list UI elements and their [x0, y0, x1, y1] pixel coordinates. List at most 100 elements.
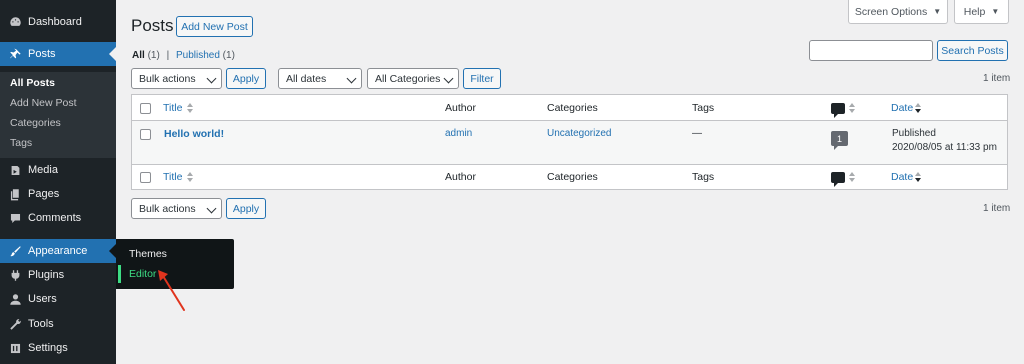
media-icon — [8, 163, 22, 177]
sidebar-item-label: Settings — [28, 342, 68, 354]
post-tags-value: — — [692, 128, 702, 139]
bulk-actions-value: Bulk actions — [139, 202, 196, 215]
dashboard-icon — [8, 15, 22, 29]
categories-filter-select[interactable]: All Categories — [367, 68, 459, 89]
sort-indicator-icon — [848, 103, 856, 113]
chevron-down-icon — [206, 203, 217, 214]
sidebar-item-settings[interactable]: Settings — [0, 336, 116, 360]
wrench-icon — [8, 317, 22, 331]
sidebar-item-pages[interactable]: Pages — [0, 182, 116, 206]
sidebar-item-plugins[interactable]: Plugins — [0, 263, 116, 287]
screen-options-label: Screen Options — [854, 5, 928, 18]
flyout-highlight-bar — [118, 265, 121, 283]
sidebar-item-users[interactable]: Users — [0, 287, 116, 311]
flyout-item-editor[interactable]: Editor — [129, 268, 156, 280]
brush-icon — [8, 244, 22, 258]
posts-submenu: All Posts Add New Post Categories Tags — [0, 72, 116, 158]
page-title: Posts — [131, 16, 174, 35]
submenu-item-all-posts[interactable]: All Posts — [10, 77, 55, 89]
sidebar-item-label: Pages — [28, 188, 60, 200]
submenu-item-add-new-post[interactable]: Add New Post — [10, 97, 77, 109]
chevron-down-icon — [206, 73, 217, 84]
add-new-post-button[interactable]: Add New Post — [176, 16, 253, 37]
column-author-header: Author — [445, 102, 476, 114]
settings-icon — [8, 341, 22, 355]
post-author-link[interactable]: admin — [445, 128, 472, 139]
dates-filter-select[interactable]: All dates — [278, 68, 362, 89]
dates-filter-value: All dates — [286, 72, 327, 85]
sidebar-item-posts[interactable]: Posts — [0, 42, 116, 66]
submenu-item-categories[interactable]: Categories — [10, 117, 61, 129]
comments-column-icon[interactable] — [831, 103, 845, 118]
admin-sidebar: Dashboard Posts All Posts Add New Post C… — [0, 0, 116, 364]
plugin-icon — [8, 268, 22, 282]
sidebar-item-dashboard[interactable]: Dashboard — [0, 10, 116, 34]
column-title-footer[interactable]: Title — [163, 171, 182, 183]
sidebar-item-tools[interactable]: Tools — [0, 312, 116, 336]
flyout-pointer — [109, 244, 116, 258]
footer-divider — [132, 164, 1007, 165]
search-input[interactable] — [809, 40, 933, 61]
post-date-status: Published — [892, 128, 936, 139]
view-all-count: (1) — [147, 50, 160, 61]
sidebar-item-label: Plugins — [28, 269, 65, 281]
column-date-header[interactable]: Date — [891, 102, 913, 114]
help-button[interactable]: Help ▼ — [954, 0, 1009, 24]
view-published-link[interactable]: Published — [176, 50, 220, 61]
search-posts-button[interactable]: Search Posts — [937, 40, 1008, 61]
comment-icon — [8, 211, 22, 225]
sidebar-item-media[interactable]: Media — [0, 158, 116, 182]
views-separator: | — [166, 50, 170, 61]
column-categories-footer: Categories — [547, 171, 598, 183]
flyout-item-themes[interactable]: Themes — [129, 248, 167, 260]
screen-options-button[interactable]: Screen Options ▼ — [848, 0, 948, 24]
caret-down-icon: ▼ — [933, 7, 942, 16]
chevron-down-icon — [443, 73, 454, 84]
column-tags-header: Tags — [692, 102, 715, 114]
select-all-checkbox[interactable] — [140, 103, 151, 114]
bulk-actions-value: Bulk actions — [139, 72, 196, 85]
post-title-link[interactable]: Hello world! — [164, 128, 224, 140]
sidebar-item-label: Comments — [28, 212, 82, 224]
post-date-value: 2020/08/05 at 11:33 pm — [892, 142, 997, 153]
submenu-item-tags[interactable]: Tags — [10, 137, 32, 149]
sidebar-item-comments[interactable]: Comments — [0, 206, 116, 230]
sidebar-item-appearance[interactable]: Appearance — [0, 239, 116, 263]
help-label: Help — [963, 5, 986, 18]
pages-icon — [8, 187, 22, 201]
bulk-actions-select[interactable]: Bulk actions — [131, 68, 222, 89]
select-all-checkbox-footer[interactable] — [140, 172, 151, 183]
item-count-bottom: 1 item — [983, 203, 1011, 214]
sort-indicator-icon — [186, 172, 194, 182]
caret-down-icon: ▼ — [991, 7, 1000, 16]
sidebar-item-label: Appearance — [28, 245, 88, 257]
comments-column-icon[interactable] — [831, 172, 845, 187]
active-menu-pointer — [109, 47, 116, 61]
filter-button[interactable]: Filter — [463, 68, 501, 89]
sort-desc-icon — [914, 172, 922, 182]
bulk-actions-select-bottom[interactable]: Bulk actions — [131, 198, 222, 219]
post-category-link[interactable]: Uncategorized — [547, 128, 611, 139]
header-divider — [132, 120, 1007, 121]
column-date-footer[interactable]: Date — [891, 171, 913, 183]
sidebar-item-label: Media — [28, 164, 58, 176]
apply-button-top[interactable]: Apply — [226, 68, 266, 89]
row-checkbox[interactable] — [140, 129, 151, 140]
column-title-header[interactable]: Title — [163, 102, 182, 114]
item-count-top: 1 item — [983, 73, 1011, 84]
sort-indicator-icon — [848, 172, 856, 182]
user-icon — [8, 292, 22, 306]
view-all-link[interactable]: All — [132, 50, 145, 61]
column-author-footer: Author — [445, 171, 476, 183]
sidebar-item-label: Users — [28, 293, 57, 305]
post-status-views: All (1) | Published (1) — [132, 50, 235, 61]
sidebar-item-label: Dashboard — [28, 16, 82, 28]
comment-count-badge[interactable]: 1 — [831, 131, 848, 150]
annotation-arrow — [158, 270, 185, 311]
chevron-down-icon — [346, 73, 357, 84]
sidebar-item-label: Tools — [28, 318, 54, 330]
apply-button-bottom[interactable]: Apply — [226, 198, 266, 219]
pin-icon — [8, 47, 22, 61]
column-categories-header: Categories — [547, 102, 598, 114]
sort-desc-icon — [914, 103, 922, 113]
